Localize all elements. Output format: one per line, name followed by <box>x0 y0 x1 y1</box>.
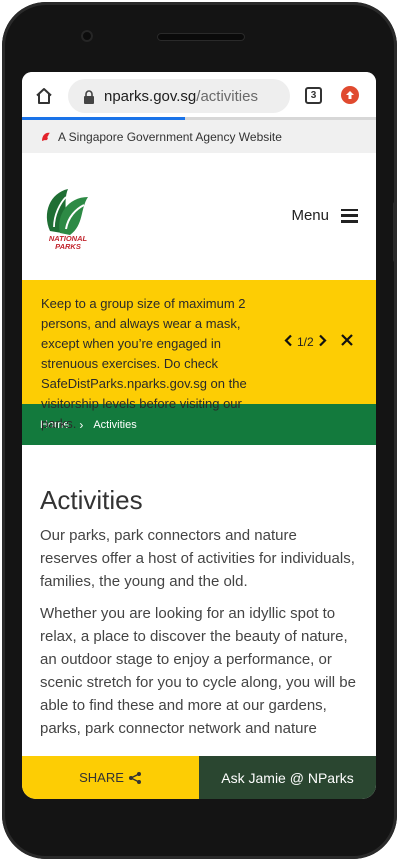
chevron-right-icon[interactable] <box>318 334 327 350</box>
earpiece-speaker <box>157 33 245 41</box>
gov-banner: A Singapore Government Agency Website <box>22 120 376 153</box>
intro-paragraph: Our parks, park connectors and nature re… <box>40 527 355 590</box>
tab-switcher-button[interactable]: 3 <box>305 87 322 104</box>
menu-button[interactable]: Menu <box>291 207 358 224</box>
chevron-left-icon[interactable] <box>284 334 293 350</box>
url-path: /activities <box>196 87 258 105</box>
tab-count: 3 <box>310 90 317 101</box>
body-paragraph: Whether you are looking for an idyllic s… <box>40 605 356 737</box>
browser-toolbar: nparks.gov.sg/activities 3 <box>22 72 376 120</box>
page-load-progress-fill <box>22 117 185 120</box>
address-bar[interactable]: nparks.gov.sg/activities <box>68 79 290 113</box>
hamburger-icon <box>341 208 358 223</box>
front-camera <box>81 30 93 42</box>
site-header: NATIONAL PARKS Menu <box>22 153 376 280</box>
lock-icon <box>82 88 96 104</box>
notice-pager: 1/2 <box>284 334 327 350</box>
url-text: nparks.gov.sg/activities <box>104 88 258 105</box>
page-title: Activities <box>40 485 143 515</box>
update-icon[interactable] <box>341 86 359 104</box>
main-content: Activities Our parks, park connectors an… <box>22 445 376 740</box>
url-host: nparks.gov.sg <box>104 87 197 105</box>
notice-pager-count: 1/2 <box>297 335 314 349</box>
close-icon[interactable] <box>340 333 354 347</box>
page-load-progress <box>22 117 376 120</box>
browser-screen: nparks.gov.sg/activities 3 A Singapore G… <box>22 72 376 799</box>
home-icon[interactable] <box>32 84 56 108</box>
phone-side-button <box>393 202 397 262</box>
ask-jamie-label: Ask Jamie @ NParks <box>221 769 354 786</box>
ask-jamie-button[interactable]: Ask Jamie @ NParks <box>199 756 376 799</box>
gov-banner-text: A Singapore Government Agency Website <box>58 129 282 144</box>
notice-text: Keep to a group size of maximum 2 person… <box>41 296 247 431</box>
logo-text-line2: PARKS <box>55 242 81 251</box>
menu-label: Menu <box>291 207 329 224</box>
share-button[interactable]: SHARE <box>22 756 199 799</box>
lion-head-icon <box>42 132 50 141</box>
share-icon <box>128 771 141 784</box>
share-label: SHARE <box>79 770 124 785</box>
notice-banner: Keep to a group size of maximum 2 person… <box>22 280 376 431</box>
logo-wordmark: NATIONAL PARKS <box>38 235 98 251</box>
bottom-action-bar: SHARE Ask Jamie @ NParks <box>22 756 376 799</box>
